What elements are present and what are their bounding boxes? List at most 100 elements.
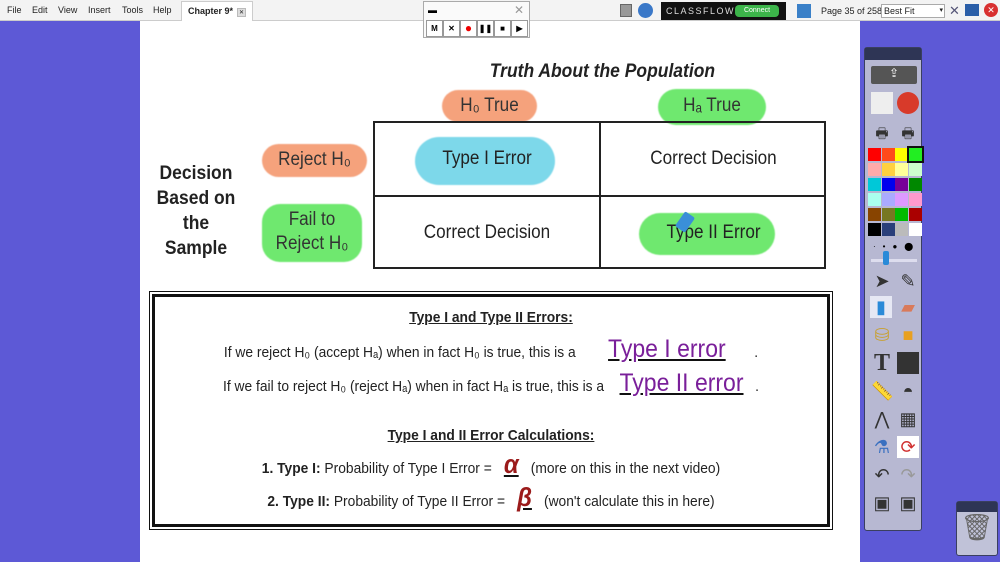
color-swatch[interactable]	[906, 146, 924, 163]
trash-bin[interactable]: 🗑	[956, 501, 998, 556]
color-swatch[interactable]	[881, 178, 895, 191]
tab-close-icon[interactable]: ✕	[237, 8, 247, 17]
page-sorter-icon[interactable]	[797, 4, 811, 18]
reveal-icon[interactable]	[897, 352, 919, 374]
trash-icon[interactable]: 🗑	[957, 512, 997, 543]
color-swatch[interactable]	[908, 193, 922, 206]
color-swatch[interactable]	[895, 223, 908, 236]
tools-toolbox: ⇪ 🖶 🖶 ·•●⬤ ➤ ✎ ▮ ▰ ⛁ ■ T 📏 ◓ ⋀ ▦ ⚗ ⟳ ↶ ↷…	[864, 47, 924, 531]
highlighter-icon[interactable]: ▮	[870, 296, 892, 318]
item1-text: Probability of Type I Error =	[324, 460, 492, 477]
pen-icon[interactable]: ✎	[897, 270, 919, 292]
page-browser-icon[interactable]	[871, 92, 893, 114]
row-header-fail-to-reject: Fail to Reject H₀	[275, 209, 349, 254]
recorder-icon: ▬	[428, 5, 437, 15]
connect-button[interactable]: Connect	[735, 5, 779, 17]
text-icon[interactable]: T	[871, 351, 893, 375]
cell-correct-decision: Correct Decision	[423, 222, 551, 243]
pen-size-dots[interactable]: ·•●⬤	[873, 242, 915, 251]
trash-header	[957, 502, 997, 512]
pen-width-slider[interactable]	[871, 259, 917, 262]
redo-icon[interactable]: ↷	[897, 464, 919, 486]
line-type-i: If we reject H₀ (accept Hₐ) when in fact…	[223, 335, 759, 363]
line2-text: If we fail to reject H₀ (reject Hₐ) when…	[223, 378, 605, 395]
menu-view[interactable]: View	[58, 5, 77, 15]
item1-note: (more on this in the next video)	[530, 460, 721, 477]
menu-tools[interactable]: Tools	[122, 5, 143, 15]
decision-table: Type I Error Correct Decision Correct De…	[373, 121, 826, 269]
menu-help[interactable]: Help	[153, 5, 172, 15]
color-swatch[interactable]	[895, 178, 908, 191]
tab-title: Chapter 9*	[188, 6, 234, 16]
spotlight-icon[interactable]: ▣	[897, 492, 919, 514]
chevron-down-icon: ▾	[939, 7, 943, 14]
recorder-m-button[interactable]: M	[426, 20, 443, 37]
undo-icon[interactable]: ↶	[871, 464, 893, 486]
shapes-icon[interactable]: ■	[897, 324, 919, 346]
color-swatch[interactable]	[895, 208, 908, 221]
pen-width-slider-handle[interactable]	[883, 251, 889, 265]
color-swatch[interactable]	[868, 148, 881, 161]
menu-insert[interactable]: Insert	[88, 5, 111, 15]
play-button[interactable]: ▶	[511, 20, 528, 37]
eraser-icon[interactable]: ▰	[897, 296, 919, 318]
ruler-icon[interactable]: 📏	[871, 380, 893, 402]
clear-icon[interactable]: ⚗	[871, 436, 893, 458]
stop-button[interactable]: ■	[494, 20, 511, 37]
color-swatch[interactable]	[908, 163, 922, 176]
recorder-cancel-button[interactable]: ✕	[443, 20, 460, 37]
color-swatch[interactable]	[908, 178, 922, 191]
color-swatch[interactable]	[868, 208, 881, 221]
color-swatch[interactable]	[881, 193, 895, 206]
color-swatch[interactable]	[881, 148, 895, 161]
beta-answer: β	[517, 482, 532, 512]
color-swatch[interactable]	[868, 223, 881, 236]
table-divider	[375, 195, 824, 197]
col-header-ha-true: Hₐ True	[683, 95, 741, 116]
select-arrow-icon[interactable]: ➤	[871, 270, 893, 292]
fill-icon[interactable]: ⛁	[871, 324, 893, 346]
color-swatch[interactable]	[895, 148, 908, 161]
fullscreen-icon[interactable]: ✕	[949, 3, 960, 19]
recorder-close-icon[interactable]: ✕	[514, 3, 524, 17]
toolbox-header[interactable]	[865, 48, 921, 60]
user-icon[interactable]	[638, 3, 653, 18]
item2-label: 2. Type II:	[267, 493, 331, 510]
magic-pen-icon[interactable]	[897, 92, 919, 114]
window-icon[interactable]	[965, 4, 979, 16]
row-header-reject: Reject H₀	[278, 149, 351, 170]
print-icon[interactable]: 🖶	[871, 122, 893, 144]
color-swatch[interactable]	[881, 223, 895, 236]
classflow-logo: CLASSFLOW	[666, 6, 736, 16]
share-icon[interactable]: ⇪	[871, 66, 917, 84]
answer-type-ii: Type II error	[619, 369, 744, 397]
reset-page-icon[interactable]: ⟳	[897, 436, 919, 458]
menu-edit[interactable]: Edit	[32, 5, 48, 15]
compass-icon[interactable]: ⋀	[871, 408, 893, 430]
color-swatch[interactable]	[881, 163, 895, 176]
close-app-icon[interactable]: ✕	[984, 3, 998, 17]
protractor-icon[interactable]: ◓	[897, 380, 919, 402]
color-swatch[interactable]	[908, 223, 922, 236]
record-button[interactable]: ●	[460, 20, 477, 37]
alpha-answer: α	[503, 449, 519, 479]
color-swatch[interactable]	[868, 178, 881, 191]
menu-file[interactable]: File	[7, 5, 22, 15]
heading-calculations: Type I and II Error Calculations:	[387, 427, 595, 444]
color-swatch[interactable]	[895, 163, 908, 176]
color-swatch[interactable]	[868, 163, 881, 176]
line-type-ii: If we fail to reject H₀ (reject Hₐ) when…	[223, 369, 759, 397]
cell-correct-decision: Correct Decision	[650, 148, 777, 169]
zoom-select[interactable]: Best Fit ▾	[881, 4, 945, 18]
camera-icon[interactable]: ▣	[871, 492, 893, 514]
pause-button[interactable]: ❚❚	[477, 20, 494, 37]
notes-icon[interactable]	[620, 4, 632, 17]
calculator-icon[interactable]: ▦	[897, 408, 919, 430]
color-swatch[interactable]	[895, 193, 908, 206]
color-swatch[interactable]	[908, 208, 922, 221]
tab-chapter-9[interactable]: Chapter 9* ✕	[181, 1, 254, 21]
item1-label: 1. Type I:	[261, 460, 321, 477]
color-swatch[interactable]	[868, 193, 881, 206]
print-preview-icon[interactable]: 🖶	[897, 122, 919, 144]
color-swatch[interactable]	[881, 208, 895, 221]
